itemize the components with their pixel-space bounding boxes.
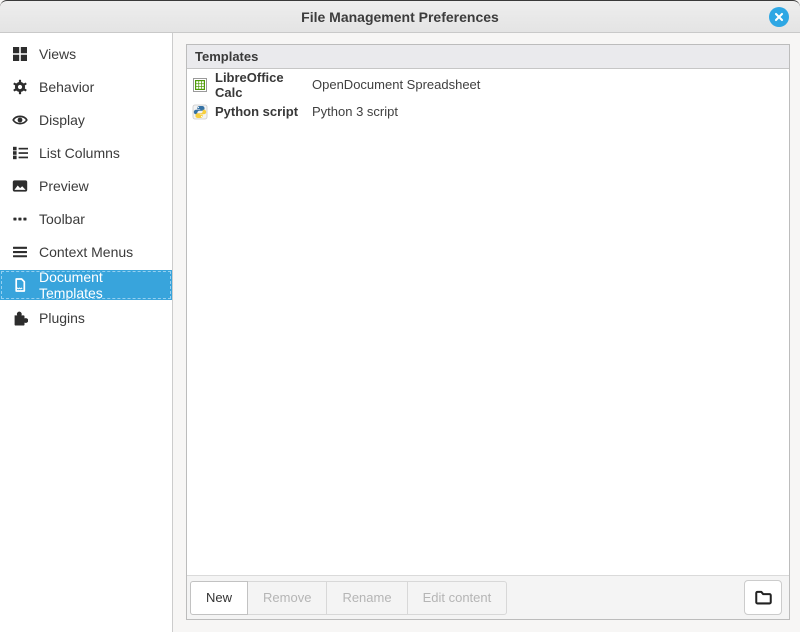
sidebar-item-label: Toolbar bbox=[39, 211, 85, 227]
sidebar-item-label: List Columns bbox=[39, 145, 120, 161]
close-icon bbox=[771, 9, 787, 25]
folder-icon bbox=[754, 588, 773, 607]
sidebar-item-context-menus[interactable]: Context Menus bbox=[0, 237, 172, 267]
sidebar-item-display[interactable]: Display bbox=[0, 105, 172, 135]
sidebar-item-label: Display bbox=[39, 112, 85, 128]
eye-icon bbox=[11, 112, 28, 129]
templates-header: Templates bbox=[187, 45, 789, 69]
template-description: Python 3 script bbox=[312, 104, 398, 119]
file-management-preferences-window: File Management Preferences Views bbox=[0, 0, 800, 632]
sidebar-item-preview[interactable]: Preview bbox=[0, 171, 172, 201]
main-panel: Templates bbox=[173, 33, 800, 632]
template-description: OpenDocument Spreadsheet bbox=[312, 77, 480, 92]
new-button[interactable]: New bbox=[190, 581, 248, 615]
views-grid-icon bbox=[11, 46, 28, 63]
templates-frame: Templates bbox=[186, 44, 790, 620]
sidebar-item-label: Views bbox=[39, 46, 76, 62]
libreoffice-calc-icon bbox=[192, 77, 208, 93]
sidebar-item-label: Behavior bbox=[39, 79, 94, 95]
template-button-group: New Remove Rename Edit content bbox=[190, 581, 507, 615]
sidebar-item-list-columns[interactable]: List Columns bbox=[0, 138, 172, 168]
template-name: Python script bbox=[215, 104, 312, 119]
open-templates-folder-button[interactable] bbox=[744, 580, 782, 615]
menu-lines-icon bbox=[11, 244, 28, 261]
sidebar-item-views[interactable]: Views bbox=[0, 39, 172, 69]
sidebar-item-behavior[interactable]: Behavior bbox=[0, 72, 172, 102]
gear-icon bbox=[11, 79, 28, 96]
puzzle-icon bbox=[11, 310, 28, 327]
template-row-libreoffice-calc[interactable]: LibreOffice Calc OpenDocument Spreadshee… bbox=[187, 71, 789, 98]
templates-header-label: Templates bbox=[195, 49, 258, 64]
image-icon bbox=[11, 178, 28, 195]
document-icon bbox=[11, 277, 28, 294]
rename-button[interactable]: Rename bbox=[326, 581, 407, 615]
window-title: File Management Preferences bbox=[0, 1, 800, 32]
list-columns-icon bbox=[11, 145, 28, 162]
remove-button[interactable]: Remove bbox=[247, 581, 327, 615]
edit-content-button[interactable]: Edit content bbox=[407, 581, 508, 615]
titlebar: File Management Preferences bbox=[0, 0, 800, 33]
sidebar-item-label: Document Templates bbox=[39, 269, 162, 301]
close-button[interactable] bbox=[769, 7, 789, 27]
template-row-python-script[interactable]: Python script Python 3 script bbox=[187, 98, 789, 125]
sidebar: Views Behavior bbox=[0, 33, 173, 632]
sidebar-item-label: Preview bbox=[39, 178, 89, 194]
three-dots-icon bbox=[11, 211, 28, 228]
sidebar-item-plugins[interactable]: Plugins bbox=[0, 303, 172, 333]
sidebar-item-toolbar[interactable]: Toolbar bbox=[0, 204, 172, 234]
templates-toolbar: New Remove Rename Edit content bbox=[187, 575, 789, 619]
python-icon bbox=[192, 104, 208, 120]
sidebar-item-label: Context Menus bbox=[39, 244, 133, 260]
sidebar-item-label: Plugins bbox=[39, 310, 85, 326]
sidebar-item-document-templates[interactable]: Document Templates bbox=[0, 270, 172, 300]
templates-list: LibreOffice Calc OpenDocument Spreadshee… bbox=[187, 69, 789, 575]
template-name: LibreOffice Calc bbox=[215, 70, 312, 100]
window-body: Views Behavior bbox=[0, 33, 800, 632]
